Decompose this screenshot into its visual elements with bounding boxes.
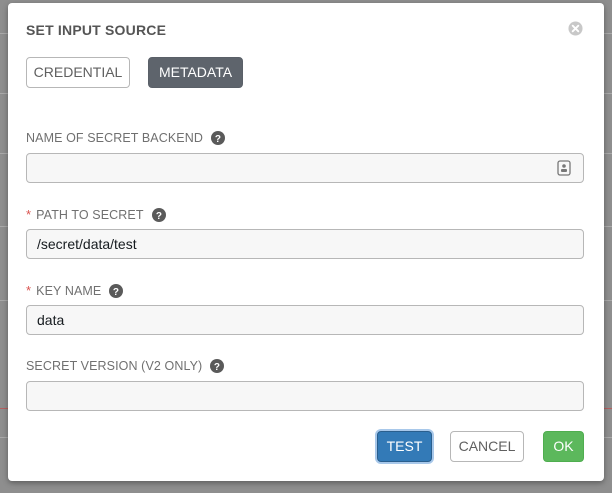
background-divider bbox=[0, 33, 8, 34]
required-marker: * bbox=[26, 207, 32, 222]
background-divider bbox=[604, 408, 612, 409]
ok-button[interactable]: OK bbox=[543, 431, 584, 462]
key-label: KEY NAME bbox=[36, 283, 102, 298]
background-divider bbox=[604, 33, 612, 34]
help-icon[interactable]: ? bbox=[211, 131, 225, 145]
svg-text:?: ? bbox=[156, 211, 162, 222]
background-divider bbox=[0, 437, 8, 438]
version-input[interactable] bbox=[26, 381, 584, 411]
path-label: PATH TO SECRET bbox=[36, 207, 144, 222]
cancel-button[interactable]: CANCEL bbox=[450, 431, 524, 462]
background-divider bbox=[604, 153, 612, 154]
background-divider bbox=[604, 93, 612, 94]
background-divider bbox=[0, 300, 8, 301]
tab-metadata[interactable]: METADATA bbox=[148, 57, 243, 88]
help-icon[interactable]: ? bbox=[151, 207, 166, 222]
background-divider bbox=[0, 408, 8, 409]
background-divider bbox=[604, 300, 612, 301]
key-label-row: * KEY NAME ? bbox=[26, 283, 124, 298]
secret-backend-input[interactable] bbox=[26, 153, 584, 183]
required-marker: * bbox=[26, 283, 32, 298]
svg-text:?: ? bbox=[113, 287, 119, 298]
background-divider bbox=[0, 93, 8, 94]
version-label: SECRET VERSION (V2 ONLY) bbox=[26, 359, 203, 373]
svg-text:?: ? bbox=[215, 134, 221, 145]
set-input-source-dialog: SET INPUT SOURCE CREDENTIAL METADATA NAM… bbox=[8, 3, 604, 481]
path-label-row: * PATH TO SECRET ? bbox=[26, 207, 166, 222]
lookup-icon[interactable] bbox=[557, 160, 571, 176]
help-icon[interactable]: ? bbox=[109, 283, 124, 298]
background-divider bbox=[604, 226, 612, 227]
background-divider bbox=[0, 226, 8, 227]
background-divider bbox=[604, 437, 612, 438]
key-input[interactable] bbox=[26, 305, 584, 335]
dialog-title: SET INPUT SOURCE bbox=[26, 22, 167, 38]
secret-backend-label: NAME OF SECRET BACKEND bbox=[26, 131, 203, 145]
version-label-row: SECRET VERSION (V2 ONLY) ? bbox=[26, 359, 225, 373]
help-icon[interactable]: ? bbox=[210, 359, 225, 373]
svg-text:?: ? bbox=[214, 362, 220, 373]
background-divider bbox=[0, 153, 8, 154]
path-input[interactable] bbox=[26, 229, 584, 259]
secret-backend-label-row: NAME OF SECRET BACKEND ? bbox=[26, 131, 225, 145]
close-icon[interactable] bbox=[568, 21, 583, 36]
test-button[interactable]: TEST bbox=[377, 431, 432, 462]
tab-credential[interactable]: CREDENTIAL bbox=[26, 57, 130, 88]
